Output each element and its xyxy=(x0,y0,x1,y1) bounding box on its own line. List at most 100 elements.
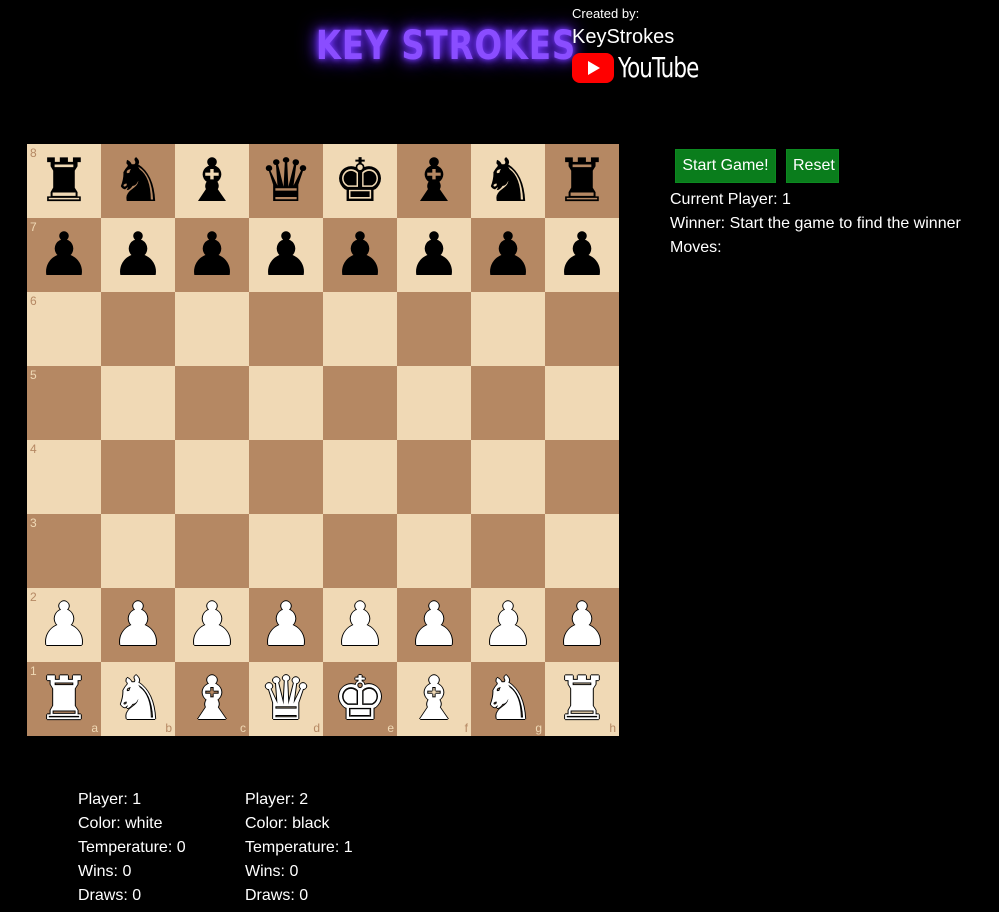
square-e5[interactable] xyxy=(323,366,397,440)
white-knight-icon[interactable]: ♞ xyxy=(111,669,165,729)
square-g6[interactable] xyxy=(471,292,545,366)
square-h7[interactable]: ♟ xyxy=(545,218,619,292)
black-pawn-icon[interactable]: ♟ xyxy=(259,225,313,285)
square-a8[interactable]: 8 ♜ xyxy=(27,144,101,218)
square-h8[interactable]: ♜ xyxy=(545,144,619,218)
square-b5[interactable] xyxy=(101,366,175,440)
square-a2[interactable]: 2 ♟ xyxy=(27,588,101,662)
square-a1[interactable]: 1 a ♜ xyxy=(27,662,101,736)
white-king-icon[interactable]: ♚ xyxy=(333,669,387,729)
square-e2[interactable]: ♟ xyxy=(323,588,397,662)
white-knight-icon[interactable]: ♞ xyxy=(481,669,535,729)
square-b2[interactable]: ♟ xyxy=(101,588,175,662)
square-d7[interactable]: ♟ xyxy=(249,218,323,292)
square-f6[interactable] xyxy=(397,292,471,366)
square-b8[interactable]: ♞ xyxy=(101,144,175,218)
square-d2[interactable]: ♟ xyxy=(249,588,323,662)
square-d1[interactable]: d ♛ xyxy=(249,662,323,736)
square-b3[interactable] xyxy=(101,514,175,588)
white-pawn-icon[interactable]: ♟ xyxy=(185,595,239,655)
square-e6[interactable] xyxy=(323,292,397,366)
square-c1[interactable]: c ♝ xyxy=(175,662,249,736)
black-pawn-icon[interactable]: ♟ xyxy=(333,225,387,285)
square-c5[interactable] xyxy=(175,366,249,440)
white-pawn-icon[interactable]: ♟ xyxy=(259,595,313,655)
white-rook-icon[interactable]: ♜ xyxy=(37,669,91,729)
square-f3[interactable] xyxy=(397,514,471,588)
square-g2[interactable]: ♟ xyxy=(471,588,545,662)
white-bishop-icon[interactable]: ♝ xyxy=(185,669,239,729)
square-f7[interactable]: ♟ xyxy=(397,218,471,292)
square-h1[interactable]: h ♜ xyxy=(545,662,619,736)
square-g4[interactable] xyxy=(471,440,545,514)
square-g8[interactable]: ♞ xyxy=(471,144,545,218)
square-a3[interactable]: 3 xyxy=(27,514,101,588)
square-g3[interactable] xyxy=(471,514,545,588)
white-pawn-icon[interactable]: ♟ xyxy=(407,595,461,655)
square-g7[interactable]: ♟ xyxy=(471,218,545,292)
chess-board[interactable]: 8 ♜ ♞ ♝ ♛ ♚ ♝ ♞ ♜ 7 ♟ ♟ ♟ ♟ ♟ ♟ ♟ ♟ 6 5 4 3 2 ♟ ♟ ♟ ♟ ♟ ♟ ♟ ♟ 1 a ♜ b ♞ c ♝ d ♛… xyxy=(27,144,619,736)
square-c2[interactable]: ♟ xyxy=(175,588,249,662)
black-pawn-icon[interactable]: ♟ xyxy=(481,225,535,285)
square-a5[interactable]: 5 xyxy=(27,366,101,440)
white-rook-icon[interactable]: ♜ xyxy=(555,669,609,729)
square-c3[interactable] xyxy=(175,514,249,588)
black-rook-icon[interactable]: ♜ xyxy=(37,151,91,211)
black-pawn-icon[interactable]: ♟ xyxy=(555,225,609,285)
square-e3[interactable] xyxy=(323,514,397,588)
square-e1[interactable]: e ♚ xyxy=(323,662,397,736)
square-a4[interactable]: 4 xyxy=(27,440,101,514)
square-g1[interactable]: g ♞ xyxy=(471,662,545,736)
square-e8[interactable]: ♚ xyxy=(323,144,397,218)
square-f5[interactable] xyxy=(397,366,471,440)
square-a7[interactable]: 7 ♟ xyxy=(27,218,101,292)
square-c8[interactable]: ♝ xyxy=(175,144,249,218)
square-e7[interactable]: ♟ xyxy=(323,218,397,292)
reset-button[interactable]: Reset xyxy=(786,149,839,183)
square-h5[interactable] xyxy=(545,366,619,440)
black-king-icon[interactable]: ♚ xyxy=(333,151,387,211)
square-c7[interactable]: ♟ xyxy=(175,218,249,292)
black-knight-icon[interactable]: ♞ xyxy=(481,151,535,211)
white-pawn-icon[interactable]: ♟ xyxy=(333,595,387,655)
white-pawn-icon[interactable]: ♟ xyxy=(37,595,91,655)
black-knight-icon[interactable]: ♞ xyxy=(111,151,165,211)
white-queen-icon[interactable]: ♛ xyxy=(259,669,313,729)
square-h6[interactable] xyxy=(545,292,619,366)
black-pawn-icon[interactable]: ♟ xyxy=(407,225,461,285)
square-h3[interactable] xyxy=(545,514,619,588)
black-bishop-icon[interactable]: ♝ xyxy=(185,151,239,211)
square-c6[interactable] xyxy=(175,292,249,366)
square-f1[interactable]: f ♝ xyxy=(397,662,471,736)
square-d8[interactable]: ♛ xyxy=(249,144,323,218)
square-d5[interactable] xyxy=(249,366,323,440)
white-bishop-icon[interactable]: ♝ xyxy=(407,669,461,729)
black-pawn-icon[interactable]: ♟ xyxy=(37,225,91,285)
square-h2[interactable]: ♟ xyxy=(545,588,619,662)
square-d4[interactable] xyxy=(249,440,323,514)
square-f2[interactable]: ♟ xyxy=(397,588,471,662)
white-pawn-icon[interactable]: ♟ xyxy=(481,595,535,655)
black-queen-icon[interactable]: ♛ xyxy=(259,151,313,211)
youtube-link[interactable]: YouTube xyxy=(572,53,713,83)
square-f8[interactable]: ♝ xyxy=(397,144,471,218)
start-game-button[interactable]: Start Game! xyxy=(675,149,776,183)
square-e4[interactable] xyxy=(323,440,397,514)
square-a6[interactable]: 6 xyxy=(27,292,101,366)
black-pawn-icon[interactable]: ♟ xyxy=(111,225,165,285)
black-rook-icon[interactable]: ♜ xyxy=(555,151,609,211)
white-pawn-icon[interactable]: ♟ xyxy=(555,595,609,655)
square-b1[interactable]: b ♞ xyxy=(101,662,175,736)
white-pawn-icon[interactable]: ♟ xyxy=(111,595,165,655)
black-pawn-icon[interactable]: ♟ xyxy=(185,225,239,285)
square-c4[interactable] xyxy=(175,440,249,514)
square-b7[interactable]: ♟ xyxy=(101,218,175,292)
square-h4[interactable] xyxy=(545,440,619,514)
square-f4[interactable] xyxy=(397,440,471,514)
square-b6[interactable] xyxy=(101,292,175,366)
square-b4[interactable] xyxy=(101,440,175,514)
square-d3[interactable] xyxy=(249,514,323,588)
square-g5[interactable] xyxy=(471,366,545,440)
black-bishop-icon[interactable]: ♝ xyxy=(407,151,461,211)
square-d6[interactable] xyxy=(249,292,323,366)
